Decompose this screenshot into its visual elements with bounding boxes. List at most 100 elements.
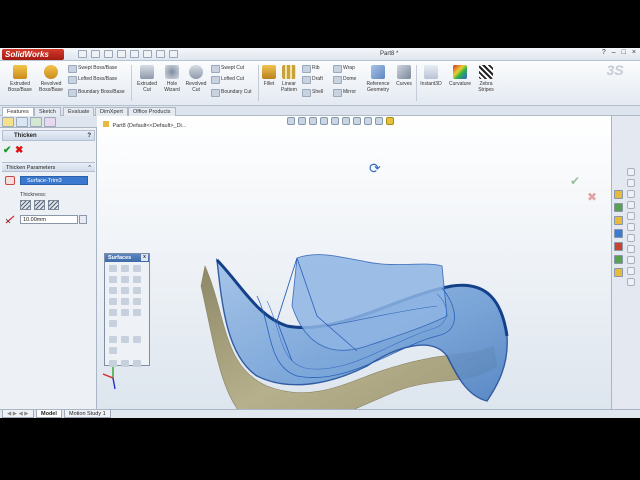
boundary-cut-button[interactable]: Boundary Cut [211,88,252,97]
delete-face-icon[interactable] [121,309,129,316]
surface-flatten-icon[interactable] [133,360,141,367]
radiate-surface-icon[interactable] [121,360,129,367]
sketch-tool-icon[interactable] [627,168,635,176]
tab-model[interactable]: Model [36,410,62,418]
line-tool-icon[interactable] [627,179,635,187]
open-icon[interactable] [91,50,100,58]
edit-appearance-icon[interactable] [364,117,372,125]
apply-scene-icon[interactable] [375,117,383,125]
dome-button[interactable]: Dome [333,75,356,84]
tab-motion-study-1[interactable]: Motion Study 1 [64,410,111,418]
mirror-button[interactable]: Mirror [333,88,356,97]
surfaces-toolbar-close-button[interactable]: x [141,254,148,261]
select-icon[interactable] [143,50,152,58]
thickness-spinner[interactable] [79,215,87,224]
revolved-cut-button[interactable]: Revolved Cut [183,65,209,93]
polygon-tool-icon[interactable] [627,234,635,242]
check-icon[interactable]: ✔ [3,145,11,156]
rib-button[interactable]: Rib [302,64,320,73]
extruded-boss-button[interactable]: Extruded Boss/Base [4,65,36,93]
surface-selection-box[interactable]: Surface-Trim3 [20,176,88,185]
thicken-both-sides-button[interactable] [34,200,45,210]
display-style-icon[interactable] [342,117,350,125]
untrim-surface-icon[interactable] [133,298,141,305]
custom-properties-icon[interactable] [614,255,623,264]
view-palette-icon[interactable] [614,229,623,238]
file-explorer-icon[interactable] [614,216,623,225]
hide-show-items-icon[interactable] [353,117,361,125]
boundary-boss-button[interactable]: Boundary Boss/Base [68,88,125,97]
confirm-ok-icon[interactable]: ✔ [570,174,580,188]
curves-button[interactable]: Curves [394,65,414,87]
maximize-button[interactable]: □ [622,49,626,56]
tab-office-products[interactable]: Office Products [128,107,176,116]
confirm-cancel-icon[interactable]: ✖ [587,190,597,204]
options-icon[interactable] [169,50,178,58]
pattern-tool-icon[interactable] [627,267,635,275]
tab-dimxpert[interactable]: DimXpert [95,107,128,116]
tab-features[interactable]: Features [2,107,34,116]
view-orientation-icon[interactable] [331,117,339,125]
extend-surface-icon[interactable] [109,298,117,305]
close-icon[interactable]: ✖ [15,145,23,156]
flyout-feature-tree[interactable]: Part8 (Default<<Default>_Di... [103,121,186,129]
previous-view-icon[interactable] [309,117,317,125]
lofted-surface-icon[interactable] [109,276,117,283]
trim-surface-icon[interactable] [121,298,129,305]
reference-geometry-button[interactable]: Reference Geometry [362,65,394,93]
solidworks-logo[interactable]: SolidWorks [2,49,64,60]
fillet-surface-icon[interactable] [109,347,117,354]
new-icon[interactable] [78,50,87,58]
boundary-surface-icon[interactable] [121,276,129,283]
surface-model[interactable] [197,226,517,418]
hole-wizard-button[interactable]: Hole Wizard [160,65,184,93]
draft-button[interactable]: Draft [302,75,323,84]
swept-boss-button[interactable]: Swept Boss/Base [68,64,117,73]
dimxpert-manager-tab-icon[interactable] [44,117,56,127]
filled-surface-icon[interactable] [133,276,141,283]
curvature-button[interactable]: Curvature [446,65,474,87]
thickness-input[interactable]: 10.00mm [20,215,78,224]
section-view-icon[interactable] [320,117,328,125]
minimize-button[interactable]: – [612,49,616,56]
print-icon[interactable] [117,50,126,58]
mirror-tool-icon[interactable] [627,256,635,264]
smart-dimension-tool-icon[interactable] [627,278,635,286]
ruled-surface-icon[interactable] [133,287,141,294]
revolved-surface-icon[interactable] [121,265,129,272]
instant3d-button[interactable]: Instant3D [418,65,444,87]
knit-surface-icon[interactable] [109,309,117,316]
offset-surface-icon[interactable] [121,287,129,294]
save-icon[interactable] [104,50,113,58]
surfaces-toolbar-title[interactable]: Surfaces x [105,254,149,262]
tab-sketch[interactable]: Sketch [34,107,61,116]
swept-cut-button[interactable]: Swept Cut [211,64,244,73]
property-manager-tab-icon[interactable] [16,117,28,127]
linear-pattern-button[interactable]: Linear Pattern [278,65,300,93]
planar-surface-icon[interactable] [109,287,117,294]
help-button[interactable]: ? [602,49,606,56]
thicken-side2-button[interactable] [48,200,59,210]
thickened-cut-icon[interactable] [121,336,129,343]
lofted-cut-button[interactable]: Lofted Cut [211,75,244,84]
scroll-arrows[interactable]: ◀ ▶ ◀ ▶ [2,410,34,418]
delete-hole-icon[interactable] [109,320,117,327]
revolved-boss-button[interactable]: Revolved Boss/Base [36,65,66,93]
undo-icon[interactable] [130,50,139,58]
swept-surface-icon[interactable] [133,265,141,272]
help-icon[interactable]: ? [87,131,91,142]
rebuild-icon[interactable] [156,50,165,58]
wrap-button[interactable]: Wrap [333,64,355,73]
tab-evaluate[interactable]: Evaluate [63,107,95,116]
configuration-manager-tab-icon[interactable] [30,117,42,127]
spline-tool-icon[interactable] [627,212,635,220]
trim-tool-icon[interactable] [627,245,635,253]
zebra-stripes-button[interactable]: Zebra Stripes [475,65,497,93]
zoom-to-area-icon[interactable] [298,117,306,125]
search-icon[interactable] [614,268,623,277]
mid-surface-icon[interactable] [109,360,117,367]
replace-face-icon[interactable] [133,309,141,316]
design-library-icon[interactable] [614,203,623,212]
solidworks-resources-icon[interactable] [614,190,623,199]
view-settings-icon[interactable] [386,117,394,125]
